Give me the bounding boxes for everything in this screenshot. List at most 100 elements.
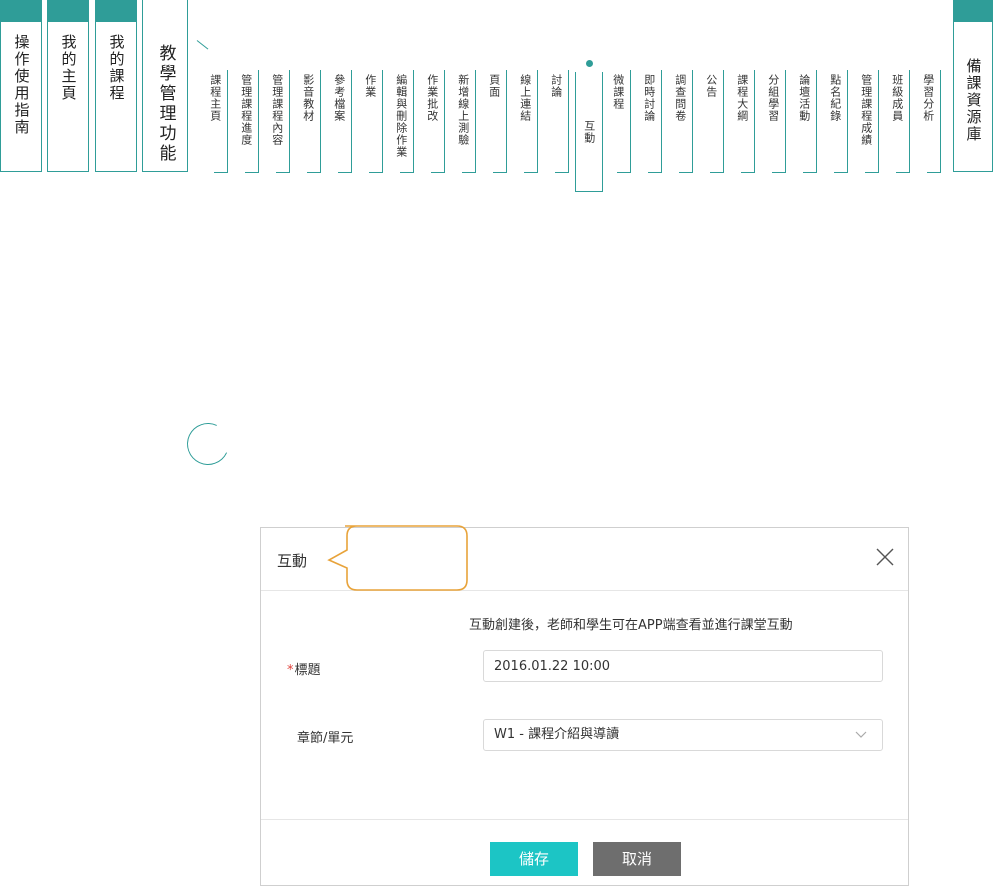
submenu-item[interactable]: 討論 bbox=[541, 70, 571, 173]
submenu-foot bbox=[865, 172, 879, 173]
submenu-item[interactable]: 管理課程內容 bbox=[262, 70, 292, 173]
submenu-item[interactable]: 課程大綱 bbox=[727, 70, 757, 173]
submenu-item[interactable]: 影音教材 bbox=[293, 70, 323, 173]
submenu-divider bbox=[785, 70, 786, 172]
nav-tab-teaching-management[interactable]: 教學管理功能 bbox=[142, 0, 209, 172]
submenu-foot bbox=[493, 172, 507, 173]
submenu-divider bbox=[351, 70, 352, 172]
nav-tab-label: 我的課程 bbox=[107, 34, 126, 102]
submenu-divider bbox=[816, 70, 817, 172]
title-field-label: *標題 bbox=[287, 659, 321, 678]
dialog-intro-text: 互動創建後，老師和學生可在APP端查看並進行課堂互動 bbox=[469, 618, 793, 633]
dialog-footer-divider bbox=[261, 819, 908, 820]
submenu-foot bbox=[307, 172, 321, 173]
submenu-foot bbox=[648, 172, 662, 173]
submenu-foot bbox=[245, 172, 259, 173]
submenu-item-label: 點名紀錄 bbox=[828, 74, 842, 122]
section-field-label: 章節/單元 bbox=[297, 731, 354, 746]
submenu-item-label: 論壇活動 bbox=[797, 74, 811, 122]
save-button[interactable]: 儲存 bbox=[490, 842, 578, 876]
submenu-divider bbox=[661, 70, 662, 172]
submenu-item[interactable]: 微課程 bbox=[603, 70, 633, 173]
nav-tab-label: 備課資源庫 bbox=[964, 58, 983, 143]
callout-highlight bbox=[327, 525, 468, 591]
submenu-item-active[interactable]: 互動 bbox=[575, 60, 603, 192]
section-select[interactable]: W1 - 課程介紹與導讀 bbox=[483, 719, 883, 751]
cancel-button[interactable]: 取消 bbox=[593, 842, 681, 876]
submenu-item-label: 新增線上測驗 bbox=[456, 74, 470, 146]
submenu-item-label: 課程主頁 bbox=[208, 74, 222, 122]
submenu-item[interactable]: 學習分析 bbox=[913, 70, 943, 173]
nav-tab-my-home[interactable]: 我的主頁 bbox=[47, 0, 89, 172]
submenu-item[interactable]: 即時討論 bbox=[634, 70, 664, 173]
submenu-item-label: 編輯與刪除作業 bbox=[394, 74, 408, 158]
submenu-item-label: 管理課程成績 bbox=[859, 74, 873, 146]
submenu-item[interactable]: 班級成員 bbox=[882, 70, 912, 173]
submenu-foot bbox=[431, 172, 445, 173]
submenu-foot bbox=[369, 172, 383, 173]
tab-cap bbox=[1, 0, 41, 22]
submenu-divider bbox=[754, 70, 755, 172]
submenu-item-label: 作業 bbox=[363, 74, 377, 98]
submenu-divider bbox=[258, 70, 259, 172]
submenu-item[interactable]: 管理課程進度 bbox=[231, 70, 261, 173]
loading-spinner-icon bbox=[181, 417, 235, 471]
submenu-item[interactable]: 調查問卷 bbox=[665, 70, 695, 173]
nav-tab-guide[interactable]: 操作使用指南 bbox=[0, 0, 42, 172]
submenu-foot bbox=[555, 172, 569, 173]
submenu-foot bbox=[214, 172, 228, 173]
submenu-item[interactable]: 管理課程成績 bbox=[851, 70, 881, 173]
submenu-foot bbox=[772, 172, 786, 173]
chevron-down-icon bbox=[855, 731, 867, 738]
submenu-divider bbox=[413, 70, 414, 172]
required-mark: * bbox=[287, 663, 294, 678]
tab-cap bbox=[48, 0, 88, 22]
close-icon[interactable] bbox=[874, 546, 896, 568]
nav-tab-resource-library[interactable]: 備課資源庫 bbox=[953, 0, 993, 172]
submenu-foot bbox=[834, 172, 848, 173]
nav-tab-my-courses[interactable]: 我的課程 bbox=[95, 0, 137, 172]
submenu-foot bbox=[276, 172, 290, 173]
submenu-divider bbox=[475, 70, 476, 172]
submenu-item[interactable]: 新增線上測驗 bbox=[448, 70, 478, 173]
submenu-item[interactable]: 課程主頁 bbox=[200, 70, 230, 173]
submenu-item-label: 頁面 bbox=[487, 74, 501, 98]
submenu-item[interactable]: 點名紀錄 bbox=[820, 70, 850, 173]
submenu-foot bbox=[896, 172, 910, 173]
submenu-item-label: 影音教材 bbox=[301, 74, 315, 122]
submenu-item[interactable]: 頁面 bbox=[479, 70, 509, 173]
title-input[interactable] bbox=[483, 650, 883, 682]
submenu-item[interactable]: 編輯與刪除作業 bbox=[386, 70, 416, 173]
submenu-item-label: 互動 bbox=[582, 120, 596, 144]
submenu-divider bbox=[878, 70, 879, 172]
submenu-divider bbox=[320, 70, 321, 172]
submenu-foot bbox=[741, 172, 755, 173]
nav-tab-label: 我的主頁 bbox=[59, 34, 78, 102]
tab-cap bbox=[96, 0, 136, 22]
submenu-item-label: 課程大綱 bbox=[735, 74, 749, 122]
tab-cap bbox=[954, 0, 992, 22]
submenu-divider bbox=[692, 70, 693, 172]
submenu-item[interactable]: 作業 bbox=[355, 70, 385, 173]
interaction-dialog: 互動 互動創建後，老師和學生可在APP端查看並進行課堂互動 *標題 章節/單元 … bbox=[260, 525, 909, 886]
submenu-item-label: 班級成員 bbox=[890, 74, 904, 122]
submenu-item[interactable]: 線上連結 bbox=[510, 70, 540, 173]
submenu-foot bbox=[338, 172, 352, 173]
submenu-item[interactable]: 參考檔案 bbox=[324, 70, 354, 173]
feature-tab-connector bbox=[196, 40, 209, 50]
submenu-item-label: 公告 bbox=[704, 74, 718, 98]
submenu-foot bbox=[710, 172, 724, 173]
submenu-item[interactable]: 公告 bbox=[696, 70, 726, 173]
submenu-item[interactable]: 論壇活動 bbox=[789, 70, 819, 173]
nav-tab-label: 操作使用指南 bbox=[12, 34, 31, 136]
submenu-foot bbox=[803, 172, 817, 173]
submenu-divider bbox=[382, 70, 383, 172]
submenu-item[interactable]: 分組學習 bbox=[758, 70, 788, 173]
submenu-item-label: 微課程 bbox=[611, 74, 625, 110]
submenu-divider bbox=[630, 70, 631, 172]
submenu-divider bbox=[506, 70, 507, 172]
active-indicator-dot bbox=[586, 60, 593, 67]
submenu-item[interactable]: 作業批改 bbox=[417, 70, 447, 173]
submenu-foot bbox=[679, 172, 693, 173]
submenu-foot bbox=[617, 172, 631, 173]
